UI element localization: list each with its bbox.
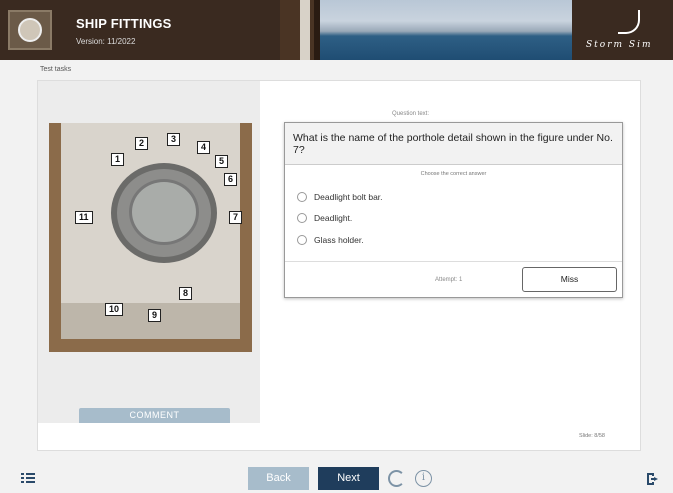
question-box: What is the name of the porthole detail … — [284, 122, 623, 298]
porthole-figure: 1 2 3 4 5 6 7 8 9 10 11 — [49, 123, 252, 352]
answer-option-2[interactable]: Deadlight. — [297, 213, 352, 223]
menu-list-icon[interactable] — [21, 473, 35, 484]
porthole-glass — [129, 179, 199, 245]
figure-label-8: 8 — [179, 287, 193, 300]
reload-icon[interactable] — [388, 470, 405, 487]
brand-name: Storm Sim — [586, 40, 653, 50]
figure-label-9: 9 — [148, 309, 162, 322]
figure-label-2: 2 — [135, 137, 149, 150]
divider — [285, 261, 622, 262]
attempt-counter: Attempt: 1 — [435, 277, 463, 283]
answer-option-label: Deadlight. — [314, 213, 353, 223]
question-text: What is the name of the porthole detail … — [285, 123, 622, 165]
answer-option-3[interactable]: Glass holder. — [297, 235, 364, 245]
comment-button[interactable]: COMMENT — [79, 408, 230, 423]
back-button[interactable]: Back — [248, 467, 309, 490]
slide-counter: Slide: 8/58 — [579, 433, 605, 439]
figure-label-7: 7 — [229, 211, 243, 224]
banner-frame-edge — [300, 0, 310, 60]
next-button[interactable]: Next — [318, 467, 379, 490]
figure-label-3: 3 — [167, 133, 181, 146]
figure-label-11: 11 — [75, 211, 93, 224]
answer-option-label: Deadlight bolt bar. — [314, 192, 383, 202]
figure-label-5: 5 — [215, 155, 229, 168]
answer-option-1[interactable]: Deadlight bolt bar. — [297, 192, 383, 202]
info-icon[interactable]: i — [415, 470, 432, 487]
miss-button[interactable]: Miss — [522, 267, 617, 292]
app-header: SHIP FITTINGS Version: 11/2022 Storm Sim — [0, 0, 673, 60]
course-logo — [8, 10, 52, 50]
radio-icon[interactable] — [297, 192, 307, 202]
question-caption: Question text: — [392, 111, 430, 117]
figure-panel: 1 2 3 4 5 6 7 8 9 10 11 COMMENT — [38, 81, 260, 423]
radio-icon[interactable] — [297, 235, 307, 245]
exit-icon[interactable] — [645, 471, 661, 487]
figure-label-1: 1 — [111, 153, 125, 166]
figure-label-10: 10 — [105, 303, 124, 316]
radio-icon[interactable] — [297, 213, 307, 223]
course-title: SHIP FITTINGS — [76, 16, 172, 31]
version-label: Version: 11/2022 — [76, 37, 136, 46]
choose-prompt: Choose the correct answer — [420, 171, 487, 177]
figure-label-4: 4 — [197, 141, 211, 154]
answer-option-label: Glass holder. — [314, 235, 364, 245]
figure-label-6: 6 — [224, 173, 238, 186]
breadcrumb: Test tasks — [40, 66, 72, 73]
